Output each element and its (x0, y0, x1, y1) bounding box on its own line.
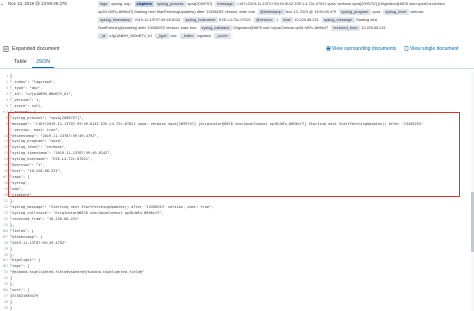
field-value: 10.220.68.231 (361, 26, 386, 30)
field-value: 2019-11-13T07:59:49.814Z (134, 18, 181, 22)
field-value: Starting next (356, 18, 378, 22)
surrounding-documents-icon (326, 46, 331, 51)
field-value: 1 (276, 18, 279, 22)
field-name-badge: syslog_timestamp: (98, 17, 134, 23)
expanded-document-title: Expanded document (12, 46, 60, 52)
field-name-badge: @version: (253, 17, 276, 23)
view-single-document-link[interactable]: View single document (404, 45, 459, 54)
collapse-row-chevron-icon[interactable]: ⌄ (0, 1, 4, 7)
tab-json[interactable]: JSON (32, 58, 55, 68)
field-value: logstash (196, 34, 212, 38)
field-name-badge: syslog_hostname: (183, 17, 219, 23)
field-value: vpxa[2099757] (187, 2, 213, 6)
field-value: syslog, udp, (111, 2, 132, 6)
row-timestamp: Nov 13, 2019 @ 13:59:49.479 (8, 1, 67, 6)
document-view-tabs: Table JSON (0, 58, 474, 69)
line-number: 9 (5, 121, 8, 126)
field-value: - (231, 34, 233, 38)
field-value: op2D=WFu-8896cf7] Starting next StartFet… (98, 10, 256, 14)
field-value: doc (170, 34, 177, 38)
highlighted-term: cisphere (134, 1, 155, 7)
row-summary-line: tags: syslog, udp, cisphere syslog_process:… (98, 1, 468, 8)
view-single-document-label: View single document (410, 46, 459, 52)
field-name-badge: syslog_level: (383, 9, 410, 15)
field-value: StartFetchingUpdates() after '13456253' … (98, 26, 197, 30)
tab-table[interactable]: Table (10, 58, 31, 67)
row-summary-line: op2D=WFu-8896cf7] Starting next StartFet… (98, 9, 468, 16)
field-value: <167>2019-11-13T07:59:49.814Z E2E-L4-72c… (236, 2, 445, 6)
view-surrounding-documents-link[interactable]: View surrounding documents (326, 45, 396, 54)
field-value: Nov 13, 2019 @ 13:59:49.479 (285, 10, 337, 14)
field-name-badge: _type: (155, 33, 170, 39)
field-name-badge: syslog_process: (155, 1, 187, 7)
single-document-icon (404, 46, 409, 51)
field-name-badge: syslog_callstack: (199, 25, 233, 31)
json-line: } (10, 306, 13, 311)
json-line: "message": "<167>2019-11-13T07:59:49.814… (10, 121, 424, 126)
field-name-badge: _score: (214, 33, 231, 39)
document-icon (3, 46, 9, 52)
document-row[interactable]: ⌄ Nov 13, 2019 @ 13:59:49.479 tags: syslo… (0, 0, 474, 44)
field-name-badge: syslog_program: (339, 9, 372, 15)
field-name-badge: host: (281, 17, 294, 23)
field-name-badge: received_from: (331, 25, 361, 31)
field-value: 10.220.68.231 (294, 18, 319, 22)
field-name-badge: tags: (98, 1, 111, 7)
field-name-badge: _id: (98, 33, 109, 39)
row-summary-line: StartFetchingUpdates() after '13456253' … (98, 25, 468, 32)
field-name-badge: @timestamp: (258, 9, 285, 15)
json-line: "2019-11-13T07:59:49.479Z" (10, 240, 67, 245)
field-value: Originator@6876 sub=VpxaCnnhost opID=WFu… (233, 26, 329, 30)
field-name-badge: _index: (179, 33, 196, 39)
view-surrounding-documents-label: View surrounding documents (332, 46, 397, 52)
field-name-badge: syslog_message: (321, 17, 356, 23)
row-summary-line: syslog_timestamp: 2019-11-13T07:59:49.814… (98, 17, 468, 24)
line-number: 39 (3, 306, 8, 311)
field-value: E2E-L4-72c-07021 (219, 18, 251, 22)
row-summary-line: _id: uJjp1AB9H_WDnB7V_b1 _type: doc _index: l… (98, 33, 468, 40)
json-code-viewer[interactable]: 1{2 "_index": "logstash", 3 "_type": "doc… (0, 72, 474, 311)
field-name-badge: message: (215, 1, 236, 7)
json-line: "@kibana-highlighted-field@vsphere@/kiba… (10, 270, 145, 275)
field-value: verbose (410, 10, 424, 14)
json-line: "received_from": "10.220.68.231" (10, 216, 80, 221)
field-value: vpxa (372, 10, 381, 14)
json-line: 1573631989479 (10, 294, 39, 299)
expanded-document-header: Expanded document View surrounding docum… (0, 45, 474, 55)
field-value: uJjp1AB9H_WDnB7V_b1 (109, 34, 153, 38)
